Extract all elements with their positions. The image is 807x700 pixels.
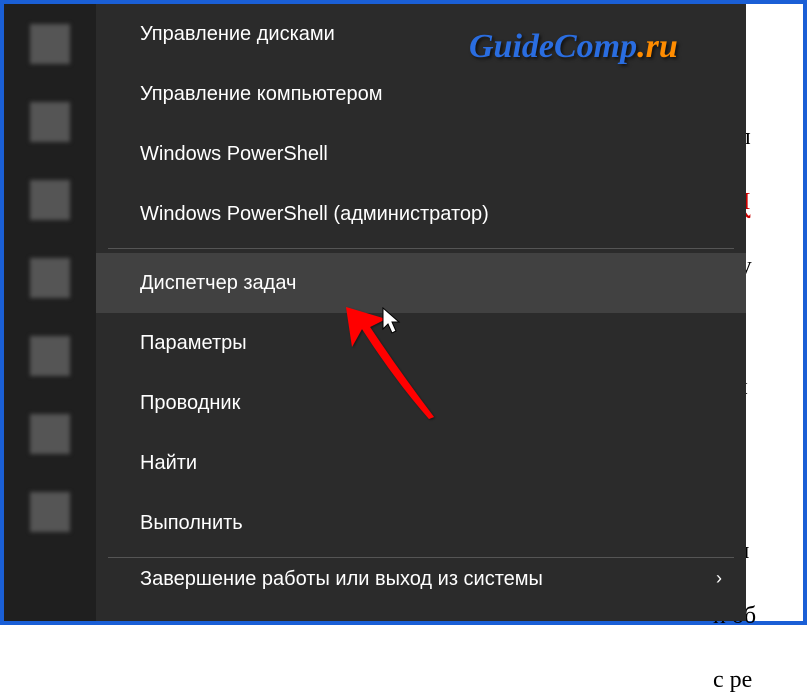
taskbar-app-icon[interactable] [30,180,70,220]
menu-item-task-manager[interactable]: Диспетчер задач [96,253,746,313]
watermark-part: GuideComp [469,28,637,65]
taskbar-app-icon[interactable] [30,336,70,376]
menu-item-powershell[interactable]: Windows PowerShell [96,124,746,184]
menu-item-label: Управление компьютером [140,83,382,106]
taskbar-app-icon[interactable] [30,24,70,64]
menu-item-label: Управление дисками [140,23,335,46]
menu-item-label: Windows PowerShell [140,143,328,166]
watermark: GuideComp.ru [469,28,678,66]
menu-separator [108,248,734,249]
taskbar [4,4,96,621]
menu-item-label: Выполнить [140,512,243,535]
menu-item-run[interactable]: Выполнить [96,493,746,553]
menu-item-label: Диспетчер задач [140,272,296,295]
menu-item-label: Параметры [140,332,247,355]
menu-item-label: Проводник [140,392,240,415]
menu-item-label: Найти [140,452,197,475]
taskbar-app-icon[interactable] [30,102,70,142]
winx-context-menu: Управление дисками Управление компьютеро… [96,4,746,621]
taskbar-app-icon[interactable] [30,258,70,298]
taskbar-app-icon[interactable] [30,492,70,532]
bg-fragment: с ре [713,661,793,699]
menu-item-explorer[interactable]: Проводник [96,373,746,433]
menu-item-label: Завершение работы или выход из системы [140,568,543,591]
menu-item-powershell-admin[interactable]: Windows PowerShell (администратор) [96,184,746,244]
watermark-part: .ru [637,28,678,65]
menu-item-shutdown[interactable]: Завершение работы или выход из системы › [96,562,746,602]
menu-separator [108,557,734,558]
chevron-right-icon: › [716,568,722,589]
menu-item-settings[interactable]: Параметры [96,313,746,373]
menu-item-computer-management[interactable]: Управление компьютером [96,64,746,124]
menu-item-search[interactable]: Найти [96,433,746,493]
menu-item-label: Windows PowerShell (администратор) [140,203,489,226]
taskbar-app-icon[interactable] [30,414,70,454]
